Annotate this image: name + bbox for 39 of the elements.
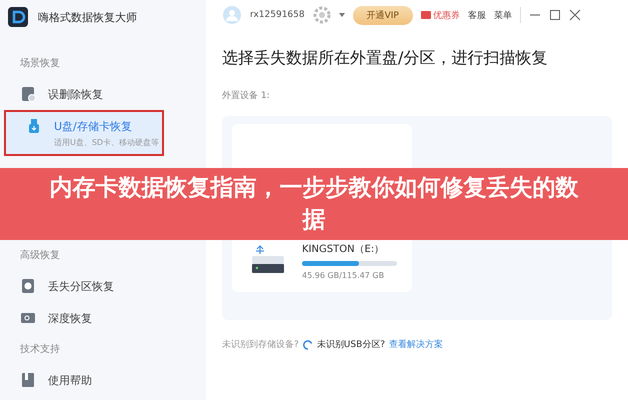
vip-button[interactable]: 开通VIP — [352, 6, 413, 24]
item-label: 深度恢复 — [48, 310, 92, 326]
menu-link[interactable]: 客服 — [468, 8, 486, 22]
maximize-icon[interactable] — [548, 9, 561, 21]
sidebar-item[interactable]: 丢失分区恢复 — [0, 270, 206, 302]
sidebar-item[interactable]: 使用帮助 — [0, 364, 206, 396]
section-heading: 技术支持 — [19, 342, 61, 357]
usb-drive-icon — [250, 244, 286, 274]
item-description: 适用U盘、SD卡、移动硬盘等 — [54, 137, 160, 148]
document-icon — [20, 86, 36, 102]
device-card[interactable]: KINGSTON（E:） 45.96 GB/115.47 GB — [232, 240, 412, 292]
usb-drive-icon — [26, 118, 42, 134]
sidebar-item[interactable]: 深度恢复 — [0, 302, 206, 334]
banner-title: 内存卡数据恢复指南，一步步教你如何修复丢失的数据 — [49, 174, 579, 235]
usb-hint: 未识别USB分区? — [316, 338, 386, 351]
sidebar-item[interactable]: 误删除恢复 — [0, 78, 206, 110]
ticket-icon — [420, 11, 431, 19]
app-logo — [8, 7, 28, 27]
book-icon — [20, 372, 36, 388]
hint-text: 未识别到存储设备? — [222, 338, 299, 351]
item-label: 误删除恢复 — [48, 86, 103, 102]
device-size: 45.96 GB/115.47 GB — [302, 271, 386, 280]
close-icon[interactable] — [568, 9, 581, 21]
caret-icon[interactable] — [338, 13, 345, 17]
section-heading: 高级恢复 — [19, 248, 61, 263]
menu-link[interactable]: 菜单 — [494, 8, 512, 22]
item-label: 使用帮助 — [48, 372, 92, 388]
solution-link[interactable]: 查看解决方案 — [389, 338, 444, 351]
app-title: 嗨格式数据恢复大师 — [38, 10, 137, 24]
device-name: KINGSTON（E:） — [302, 243, 386, 256]
username: rx12591658 — [250, 10, 305, 20]
item-label: 丢失分区恢复 — [48, 278, 114, 294]
item-label: U盘/存储卡恢复 — [54, 118, 132, 134]
page-title: 选择丢失数据所在外置盘/分区，进行扫描恢复 — [222, 48, 548, 69]
device-group-label: 外置设备 1: — [222, 90, 271, 102]
refresh-icon[interactable] — [302, 340, 313, 350]
sidebar-item[interactable]: U盘/存储卡恢复 适用U盘、SD卡、移动硬盘等 — [4, 110, 164, 156]
section-heading: 场景恢复 — [19, 56, 61, 71]
coupon-link[interactable]: 优惠券 — [432, 8, 460, 22]
